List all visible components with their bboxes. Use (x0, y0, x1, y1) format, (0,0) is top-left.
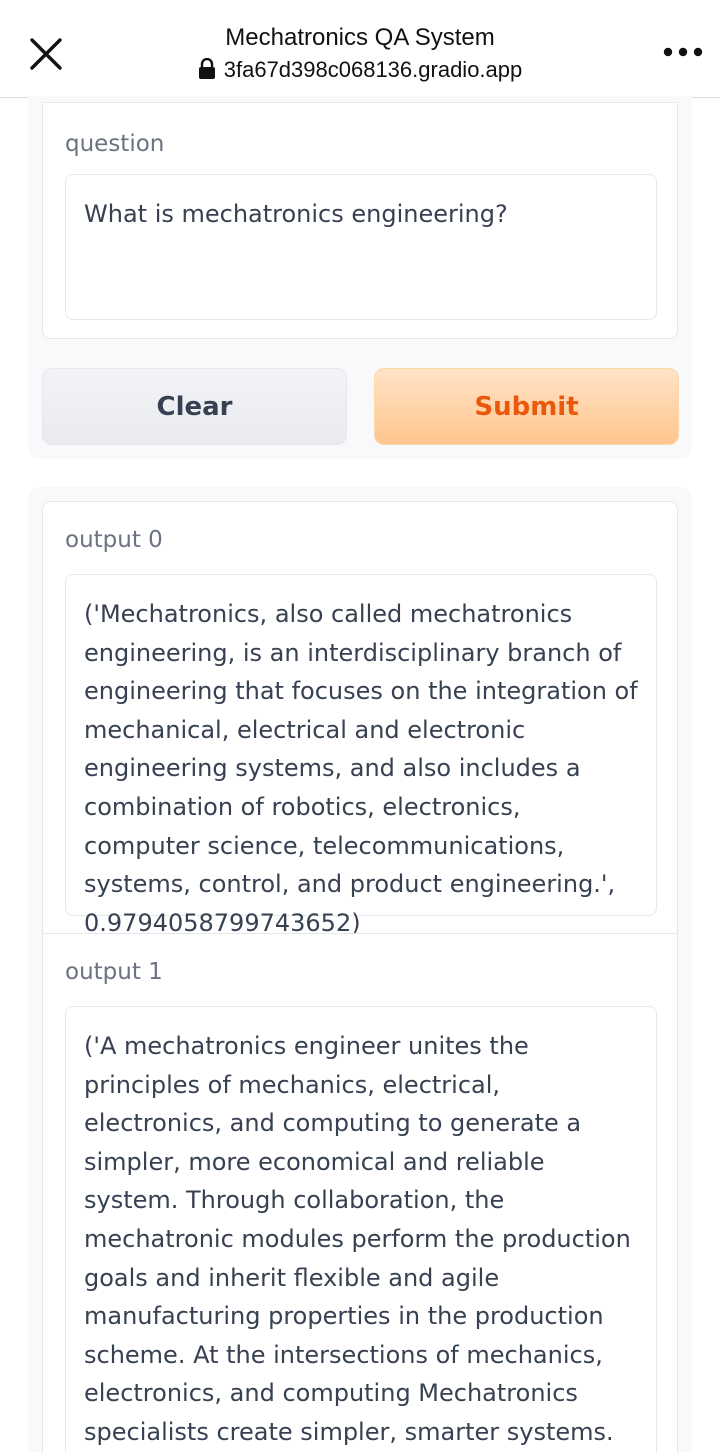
submit-button[interactable]: Submit (374, 368, 679, 445)
url-text: 3fa67d398c068136.gradio.app (223, 57, 523, 82)
output-text: ('Mechatronics, also called mechatronics… (65, 574, 657, 937)
output-card-1: output 1 ('A mechatronics engineer unite… (42, 933, 678, 1452)
output-card-0: output 0 ('Mechatronics, also called mec… (42, 501, 678, 937)
output-label: output 1 (65, 959, 163, 985)
clear-button[interactable]: Clear (42, 368, 347, 445)
question-input[interactable]: What is mechatronics engineering? (65, 174, 657, 320)
browser-top-bar: Mechatronics QA System 3fa67d398c068136.… (0, 0, 720, 98)
url-row[interactable]: 3fa67d398c068136.gradio.app (0, 57, 720, 83)
more-icon[interactable] (662, 40, 704, 64)
question-label: question (65, 131, 165, 157)
output-label: output 0 (65, 527, 163, 553)
page-title: Mechatronics QA System (225, 24, 495, 51)
lock-icon (198, 57, 216, 80)
question-card: question What is mechatronics engineerin… (42, 102, 678, 339)
output-text: ('A mechatronics engineer unites the pri… (65, 1006, 657, 1452)
output-panel: output 0 ('Mechatronics, also called mec… (28, 487, 692, 1452)
